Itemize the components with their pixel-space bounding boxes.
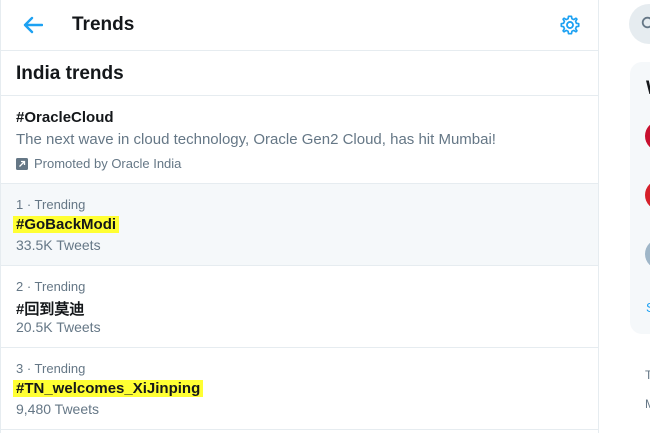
trends-panel: Trends India trends #OracleCloud The nex… — [0, 0, 599, 433]
gear-icon — [560, 15, 580, 35]
trend-item-3[interactable]: 3 · Trending #TN_welcomes_XiJinping 9,48… — [1, 348, 598, 430]
who-to-follow-card: W S — [630, 62, 650, 334]
trend-meta: 2 · Trending — [16, 279, 86, 294]
avatar[interactable] — [645, 180, 650, 210]
show-more-link[interactable]: S — [646, 300, 650, 315]
promoted-trend[interactable]: #OracleCloud The next wave in cloud tech… — [1, 96, 598, 184]
section-title: India trends — [1, 51, 598, 96]
trend-meta: 3 · Trending — [16, 361, 86, 376]
trend-hashtag: #回到莫迪 — [16, 301, 85, 318]
settings-button[interactable] — [557, 12, 583, 38]
avatar[interactable] — [645, 121, 650, 151]
highlighted-text: #GoBackModi — [13, 216, 120, 233]
tweet-count: 33.5K Tweets — [16, 237, 101, 253]
trend-hashtag: #GoBackModi — [13, 216, 120, 233]
footer-text: M — [645, 397, 650, 411]
trend-hashtag: #TN_welcomes_XiJinping — [13, 380, 204, 397]
tweet-count: 20.5K Tweets — [16, 319, 101, 335]
footer-text: T — [645, 368, 650, 382]
highlighted-text: #TN_welcomes_XiJinping — [13, 380, 204, 397]
card-header: W — [646, 78, 650, 100]
trend-item-2[interactable]: 2 · Trending #回到莫迪 20.5K Tweets — [1, 266, 598, 348]
promoted-icon — [16, 157, 28, 170]
trend-hashtag: #OracleCloud — [16, 109, 114, 126]
search-icon — [641, 16, 650, 29]
trend-item-1[interactable]: 1 · Trending #GoBackModi 33.5K Tweets — [1, 184, 598, 266]
promoted-by-text: Promoted by Oracle India — [34, 156, 182, 171]
back-button[interactable] — [19, 12, 47, 38]
search-box[interactable] — [629, 4, 650, 44]
trend-meta: 1 · Trending — [16, 197, 86, 212]
trend-description: The next wave in cloud technology, Oracl… — [16, 131, 496, 148]
top-bar: Trends — [1, 0, 598, 51]
arrow-left-icon — [23, 16, 43, 34]
page-title: Trends — [72, 14, 135, 35]
promoted-label: Promoted by Oracle India — [16, 156, 181, 171]
avatar[interactable] — [645, 239, 650, 269]
tweet-count: 9,480 Tweets — [16, 401, 100, 417]
